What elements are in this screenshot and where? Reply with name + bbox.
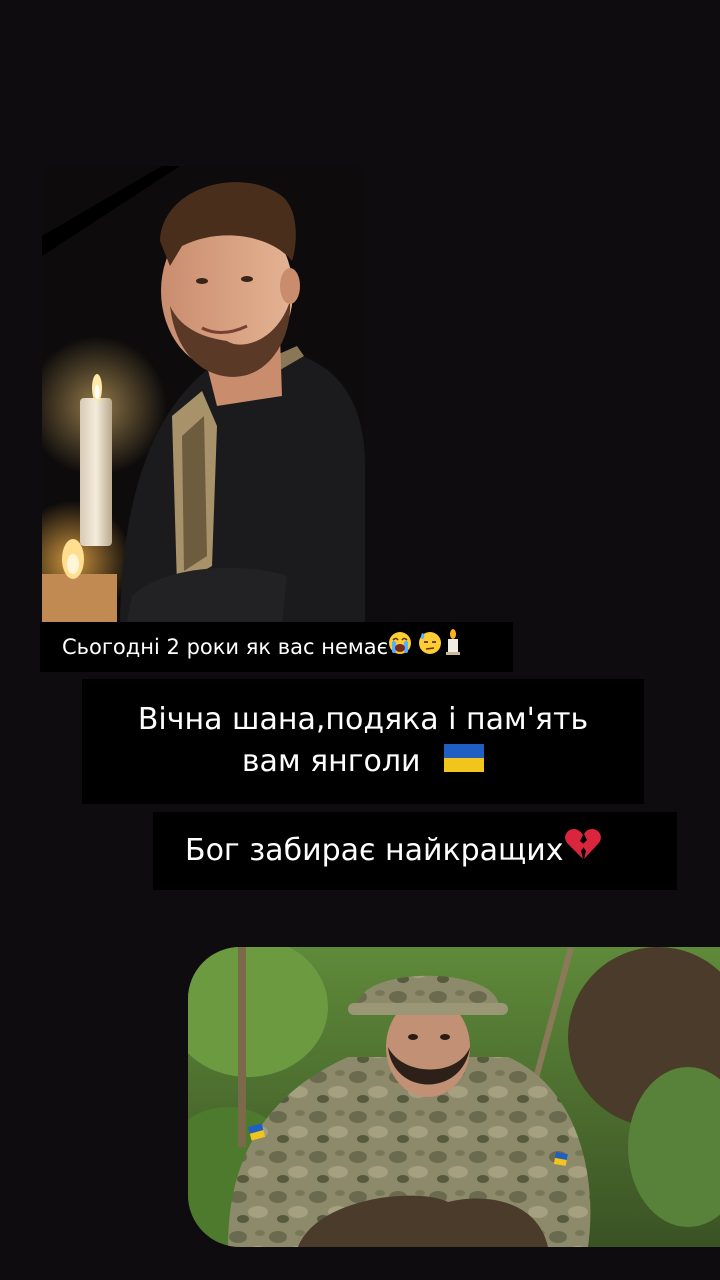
caption-eternal-honor: Вічна шана,подяка і пам'ять вам янголи (82, 679, 644, 804)
caption-anniversary-text: Сьогодні 2 роки як вас немає (62, 635, 389, 659)
loudly-crying-face-icon (388, 623, 412, 673)
ukraine-flag-icon (444, 742, 485, 784)
soldier-photo (188, 947, 720, 1247)
memorial-portrait-photo (42, 166, 365, 622)
candle-icon (444, 623, 462, 673)
caption-god-takes-best: Бог забирає найкращих (153, 812, 677, 890)
downcast-face-sweat-icon (418, 623, 442, 673)
broken-heart-icon (564, 813, 602, 891)
caption-god-takes-best-text: Бог забирає найкращих (185, 833, 564, 868)
caption-eternal-honor-line2: вам янголи (241, 744, 421, 779)
caption-anniversary: Сьогодні 2 роки як вас немає (40, 622, 513, 672)
caption-eternal-honor-line1: Вічна шана,подяка і пам'ять (137, 702, 589, 737)
story-canvas: Сьогодні 2 роки як вас немає Вічна шана,… (0, 0, 720, 1280)
